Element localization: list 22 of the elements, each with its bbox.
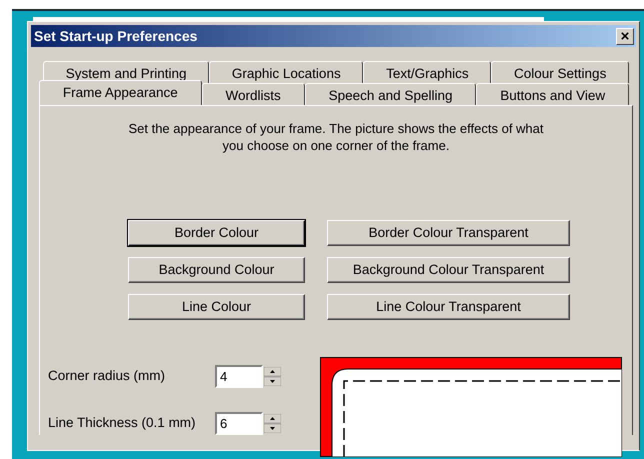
tab[interactable]: Text/Graphics [363,61,492,83]
field-label: Line Thickness (0.1 mm) [48,414,197,432]
colour-button[interactable]: Line Colour Transparent [327,294,570,320]
close-button[interactable]: × [616,28,634,44]
tab[interactable]: Colour Settings [491,61,630,83]
description-text: Set the appearance of your frame. The picture shows the effects of what you choose on one corner of the frame. [127,120,545,154]
tab[interactable]: Frame Appearance [39,80,202,105]
colour-button[interactable]: Border Colour [128,220,305,246]
spinner-arrows-icon[interactable] [264,367,281,386]
field-label: Corner radius (mm) [48,367,166,386]
colour-button[interactable]: Line Colour [128,294,305,320]
tab[interactable]: Speech and Spelling [304,83,476,105]
tab[interactable]: Buttons and View [476,83,630,105]
tab[interactable]: Graphic Locations [209,61,364,83]
number-field[interactable]: 6 [215,412,263,435]
number-field[interactable]: 4 [215,365,263,388]
colour-button[interactable]: Background Colour [128,257,305,283]
spinner-arrows-icon[interactable] [264,414,281,433]
tab[interactable]: Wordlists [202,83,305,105]
colour-button[interactable]: Border Colour Transparent [327,220,570,246]
colour-button[interactable]: Background Colour Transparent [327,257,570,283]
window-title: Set Start-up Preferences [34,26,198,46]
